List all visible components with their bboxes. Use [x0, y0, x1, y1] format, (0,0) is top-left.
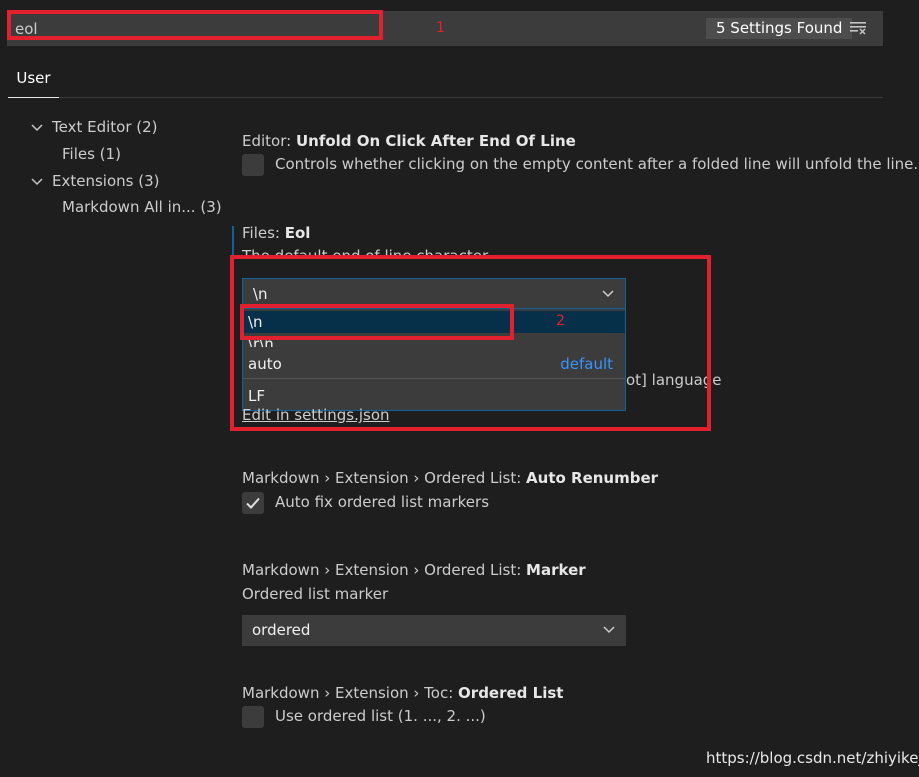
- toc-item-label: Extensions (3): [52, 172, 160, 190]
- clear-filter-icon[interactable]: [849, 20, 867, 36]
- toc-item-extensions[interactable]: Extensions (3): [30, 170, 159, 192]
- setting-title-marker: Markdown › Extension › Ordered List: Mar…: [242, 561, 586, 579]
- tab-user[interactable]: User: [8, 64, 59, 98]
- toc-item-label: Text Editor (2): [52, 118, 158, 136]
- toc-item-label: Files (1): [62, 145, 121, 163]
- setting-name: Unfold On Click After End Of Line: [295, 132, 576, 150]
- toc-item-text-editor[interactable]: Text Editor (2): [30, 116, 158, 138]
- setting-title-toc-ordered-list: Markdown › Extension › Toc: Ordered List: [242, 684, 563, 702]
- checkmark-icon: [246, 497, 260, 509]
- annotation-box-search: [7, 10, 383, 40]
- annotation-label-2: 2: [556, 313, 565, 329]
- setting-title-auto-renumber: Markdown › Extension › Ordered List: Aut…: [242, 469, 658, 487]
- marker-select-value: ordered: [252, 621, 311, 639]
- results-count-badge: 5 Settings Found: [706, 18, 853, 39]
- chevron-down-icon: [603, 626, 615, 634]
- annotation-box-dropdown: [230, 255, 711, 431]
- setting-title-unfold: Editor: Unfold On Click After End Of Lin…: [242, 132, 576, 150]
- settings-editor: 5 Settings Found User Text Editor (2) Fi…: [0, 0, 919, 777]
- setting-description-marker: Ordered list marker: [242, 585, 389, 603]
- tabs-divider: [59, 97, 883, 98]
- setting-name: Auto Renumber: [526, 469, 659, 487]
- chevron-down-icon: [31, 177, 43, 185]
- setting-description-auto-renumber: Auto fix ordered list markers: [275, 493, 490, 511]
- setting-name: Eol: [284, 224, 311, 242]
- setting-name: Ordered List: [458, 684, 564, 702]
- checkbox-auto-renumber[interactable]: [242, 492, 264, 514]
- checkbox-toc-ordered-list[interactable]: [242, 706, 264, 728]
- setting-category: Markdown › Extension › Ordered List:: [242, 561, 522, 579]
- toc-item-markdown-all-in-one[interactable]: Markdown All in... (3): [62, 196, 222, 218]
- annotation-box-option: [240, 304, 514, 340]
- setting-category: Markdown › Extension › Ordered List:: [242, 469, 522, 487]
- chevron-down-icon: [31, 123, 43, 131]
- watermark-text: https://blog.csdn.net/zhiyikeji: [706, 749, 919, 767]
- marker-select[interactable]: ordered: [242, 615, 626, 646]
- setting-category: Files:: [242, 224, 280, 242]
- setting-name: Marker: [526, 561, 586, 579]
- annotation-label-1: 1: [436, 20, 445, 36]
- setting-category: Markdown › Extension › Toc:: [242, 684, 454, 702]
- toc-item-files[interactable]: Files (1): [62, 143, 121, 165]
- setting-description-unfold: Controls whether clicking on the empty c…: [275, 155, 919, 173]
- setting-category: Editor:: [242, 132, 292, 150]
- checkbox-unfold[interactable]: [242, 154, 264, 176]
- toc-item-label: Markdown All in... (3): [62, 198, 222, 216]
- setting-title-eol: Files: Eol: [242, 224, 310, 242]
- setting-description-toc-ordered-list: Use ordered list (1. ..., 2. ...): [275, 707, 486, 725]
